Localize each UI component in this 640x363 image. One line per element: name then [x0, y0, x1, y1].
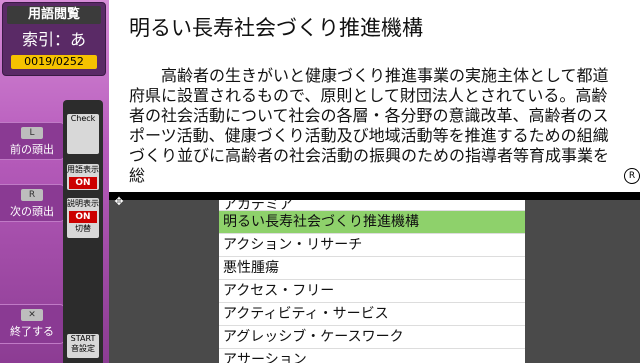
r-scroll-icon[interactable]: R	[624, 168, 640, 184]
desc-display-label: 説明表示	[67, 199, 99, 208]
check-box[interactable]: Check	[67, 114, 99, 154]
glossary-title: 用語閲覧	[7, 6, 101, 24]
desc-display-toggle[interactable]: 説明表示 ON 切替	[67, 198, 99, 238]
next-heading-label: 次の頭出	[10, 205, 54, 218]
control-strip: Check 用語表示 ON 説明表示 ON 切替 START 音設定	[63, 100, 103, 363]
cross-key-icon: ✕	[21, 309, 43, 321]
term-list[interactable]: アカデミア 明るい長寿社会づくり推進機構 アクション・リサーチ 悪性腫瘍 アクセ…	[219, 200, 525, 363]
desc-display-state: ON	[69, 211, 97, 223]
list-item-selected[interactable]: 明るい長寿社会づくり推進機構	[219, 211, 525, 234]
panel-divider	[109, 192, 640, 200]
list-item[interactable]: アカデミア	[219, 200, 525, 211]
prev-heading-button[interactable]: L 前の頭出	[0, 122, 65, 160]
term-list-panel: アカデミア 明るい長寿社会づくり推進機構 アクション・リサーチ 悪性腫瘍 アクセ…	[109, 200, 640, 363]
list-item[interactable]: アサーション	[219, 349, 525, 363]
quit-label: 終了する	[10, 325, 54, 338]
quit-button[interactable]: ✕ 終了する	[0, 304, 65, 344]
term-display-label: 用語表示	[67, 165, 99, 174]
move-icon[interactable]: ✥	[113, 196, 125, 208]
left-panel: 用語閲覧 索引：あ 0019/0252 L 前の頭出 R 次の頭出 ✕ 終了する…	[0, 0, 109, 363]
term-display-toggle[interactable]: 用語表示 ON	[67, 164, 99, 190]
toggle-label: 切替	[75, 224, 91, 233]
term-title: 明るい長寿社会づくり推進機構	[129, 16, 423, 40]
next-heading-button[interactable]: R 次の頭出	[0, 184, 65, 222]
index-label: 索引：あ	[21, 30, 86, 49]
term-description: 高齢者の生きがいと健康づくり推進事業の実施主体として都道府県に設置されるもので、…	[129, 66, 610, 185]
entry-counter: 0019/0252	[11, 55, 97, 69]
prev-heading-label: 前の頭出	[10, 143, 54, 156]
list-item[interactable]: 悪性腫瘍	[219, 257, 525, 280]
sound-settings-button[interactable]: START 音設定	[67, 334, 99, 358]
list-item[interactable]: アグレッシブ・ケースワーク	[219, 326, 525, 349]
list-item[interactable]: アクティビティ・サービス	[219, 303, 525, 326]
definition-panel: 明るい長寿社会づくり推進機構 高齢者の生きがいと健康づくり推進事業の実施主体とし…	[109, 0, 640, 192]
term-display-state: ON	[69, 177, 97, 189]
sound-settings-label: 音設定	[71, 344, 95, 353]
r-key-icon: R	[21, 189, 43, 201]
list-item[interactable]: アクション・リサーチ	[219, 234, 525, 257]
list-item[interactable]: アクセス・フリー	[219, 280, 525, 303]
glossary-header: 用語閲覧 索引：あ 0019/0252	[2, 2, 106, 76]
l-key-icon: L	[21, 127, 43, 139]
check-label: Check	[70, 114, 96, 123]
start-key-label: START	[70, 334, 96, 343]
